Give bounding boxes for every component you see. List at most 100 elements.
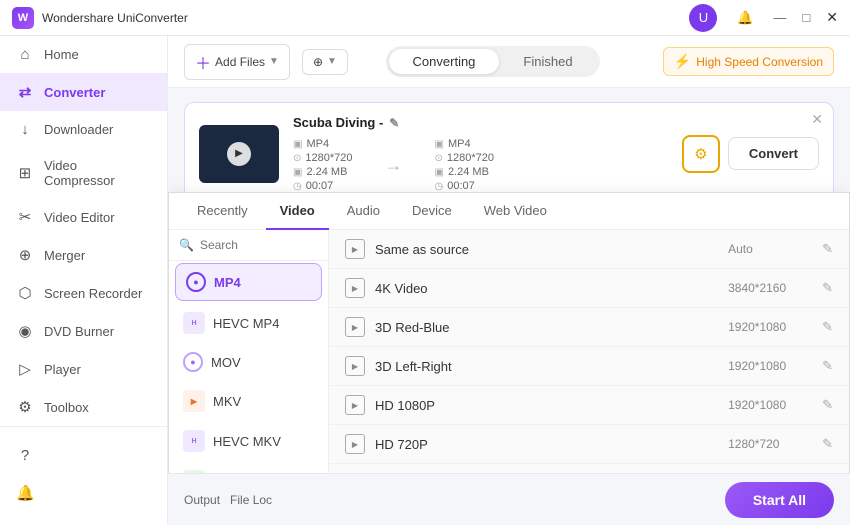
option-same-as-source[interactable]: ▶ Same as source Auto ✎: [329, 230, 849, 269]
option-res-3: 1920*1080: [728, 359, 808, 373]
sidebar-item-screen-recorder[interactable]: ⬡ Screen Recorder: [0, 274, 167, 312]
sidebar-item-converter[interactable]: ⇄ Converter: [0, 73, 167, 111]
logo-letter: W: [18, 12, 28, 24]
add-files-button[interactable]: ＋ Add Files ▼: [184, 44, 290, 80]
sidebar-item-downloader[interactable]: ↓ Downloader: [0, 111, 167, 148]
format-label-hevc-mkv: HEVC MKV: [213, 434, 281, 449]
sidebar-item-notifications[interactable]: 🔔: [0, 474, 167, 512]
sidebar-bottom: ? 🔔 ↺: [0, 426, 167, 525]
titlebar-controls: U 🔔 — □ ✕: [689, 4, 838, 32]
speed-label: High Speed Conversion: [696, 55, 823, 69]
tab-video[interactable]: Video: [266, 193, 329, 230]
source-duration-text: 00:07: [306, 180, 334, 192]
home-icon: ⌂: [16, 46, 34, 63]
option-edit-5[interactable]: ✎: [822, 436, 833, 452]
format-icon: ▣: [293, 139, 302, 150]
hevc-mkv-icon: H: [183, 430, 205, 452]
add-chevron-icon: ▼: [269, 56, 279, 67]
user-avatar[interactable]: U: [689, 4, 717, 32]
format-item-mov[interactable]: ● MOV: [169, 343, 328, 381]
format-label-mkv: MKV: [213, 394, 241, 409]
format-item-mkv[interactable]: ▶ MKV: [169, 381, 328, 421]
source-size: ▣ 2.24 MB: [293, 166, 353, 178]
sidebar-label-home: Home: [44, 47, 79, 62]
option-hd-720p[interactable]: ▶ HD 720P 1280*720 ✎: [329, 425, 849, 464]
add-more-chevron-icon: ▼: [327, 56, 337, 67]
settings-icon-button[interactable]: ⚙: [682, 135, 720, 173]
sidebar-label-video-compressor: Video Compressor: [44, 158, 151, 188]
tab-device[interactable]: Device: [398, 193, 466, 230]
sidebar-item-toolbox[interactable]: ⚙ Toolbox: [0, 388, 167, 426]
option-res-1: 3840*2160: [728, 281, 808, 295]
format-item-mp4[interactable]: ● MP4: [175, 263, 322, 301]
file-thumbnail: ▶: [199, 125, 279, 183]
option-play-icon-0: ▶: [345, 239, 365, 259]
maximize-button[interactable]: □: [802, 10, 810, 25]
convert-button[interactable]: Convert: [728, 137, 819, 170]
option-4k-video[interactable]: ▶ 4K Video 3840*2160 ✎: [329, 269, 849, 308]
option-edit-0[interactable]: ✎: [822, 241, 833, 257]
close-button[interactable]: ✕: [826, 9, 838, 26]
minimize-button[interactable]: —: [773, 10, 786, 25]
video-editor-icon: ✂: [16, 208, 34, 226]
notifications-icon: 🔔: [16, 484, 34, 502]
source-resolution-text: 1280*720: [305, 152, 352, 164]
merger-icon: ⊕: [16, 246, 34, 264]
option-edit-2[interactable]: ✎: [822, 319, 833, 335]
mov-icon: ●: [183, 352, 203, 372]
bell-icon[interactable]: 🔔: [731, 4, 759, 32]
sidebar-item-home[interactable]: ⌂ Home: [0, 36, 167, 73]
option-play-icon-2: ▶: [345, 317, 365, 337]
dest-dur-icon: ◷: [435, 181, 444, 192]
option-edit-4[interactable]: ✎: [822, 397, 833, 413]
titlebar: W Wondershare UniConverter U 🔔 — □ ✕: [0, 0, 850, 36]
source-size-text: 2.24 MB: [306, 166, 347, 178]
format-item-hevc-mp4[interactable]: H HEVC MP4: [169, 303, 328, 343]
option-3d-left-right[interactable]: ▶ 3D Left-Right 1920*1080 ✎: [329, 347, 849, 386]
file-name-row: Scuba Diving - ✎: [293, 115, 668, 130]
dest-format-text: MP4: [448, 138, 471, 150]
converting-tabs: Converting Finished: [386, 46, 600, 77]
option-edit-1[interactable]: ✎: [822, 280, 833, 296]
sidebar-item-merger[interactable]: ⊕ Merger: [0, 236, 167, 274]
sidebar-item-dvd-burner[interactable]: ◉ DVD Burner: [0, 312, 167, 350]
resolution-icon: ⊙: [293, 153, 301, 164]
play-button[interactable]: ▶: [227, 142, 251, 166]
file-close-button[interactable]: ✕: [811, 111, 823, 128]
source-format-text: MP4: [306, 138, 329, 150]
high-speed-button[interactable]: ⚡ High Speed Conversion: [663, 47, 834, 76]
converter-icon: ⇄: [16, 83, 34, 101]
app-body: ⌂ Home ⇄ Converter ↓ Downloader ⊞ Video …: [0, 36, 850, 525]
sidebar-item-help[interactable]: ?: [0, 437, 167, 474]
add-more-button[interactable]: ⊕ ▼: [302, 49, 348, 75]
option-3d-red-blue[interactable]: ▶ 3D Red-Blue 1920*1080 ✎: [329, 308, 849, 347]
add-more-icon: ⊕: [313, 55, 323, 69]
edit-filename-icon[interactable]: ✎: [389, 116, 399, 130]
tab-finished[interactable]: Finished: [499, 49, 596, 74]
sidebar-item-refresh[interactable]: ↺: [0, 512, 167, 525]
option-hd-1080p[interactable]: ▶ HD 1080P 1920*1080 ✎: [329, 386, 849, 425]
tab-audio[interactable]: Audio: [333, 193, 394, 230]
sidebar-item-video-compressor[interactable]: ⊞ Video Compressor: [0, 148, 167, 198]
sidebar-label-toolbox: Toolbox: [44, 400, 89, 415]
format-item-hevc-mkv[interactable]: H HEVC MKV: [169, 421, 328, 461]
sidebar-item-video-editor[interactable]: ✂ Video Editor: [0, 198, 167, 236]
player-icon: ▷: [16, 360, 34, 378]
dest-size: ▣ 2.24 MB: [435, 166, 495, 178]
tab-converting[interactable]: Converting: [389, 49, 500, 74]
search-input[interactable]: [200, 238, 318, 252]
file-card: ✕ ▶ Scuba Diving - ✎ ▣ MP4: [184, 102, 834, 205]
tab-recently[interactable]: Recently: [183, 193, 262, 230]
sidebar-label-downloader: Downloader: [44, 122, 113, 137]
sidebar-item-player[interactable]: ▷ Player: [0, 350, 167, 388]
tab-web-video[interactable]: Web Video: [470, 193, 561, 230]
source-duration: ◷ 00:07: [293, 180, 353, 192]
file-info: Scuba Diving - ✎ ▣ MP4 ⊙ 1280*720: [293, 115, 668, 192]
toolbar: ＋ Add Files ▼ ⊕ ▼ Converting Finished ⚡ …: [168, 36, 850, 88]
option-edit-3[interactable]: ✎: [822, 358, 833, 374]
format-label-mp4: MP4: [214, 275, 241, 290]
duration-icon: ◷: [293, 181, 302, 192]
start-all-button[interactable]: Start All: [725, 482, 834, 518]
convert-arrow-icon: →: [385, 155, 403, 176]
format-label-hevc-mp4: HEVC MP4: [213, 316, 279, 331]
